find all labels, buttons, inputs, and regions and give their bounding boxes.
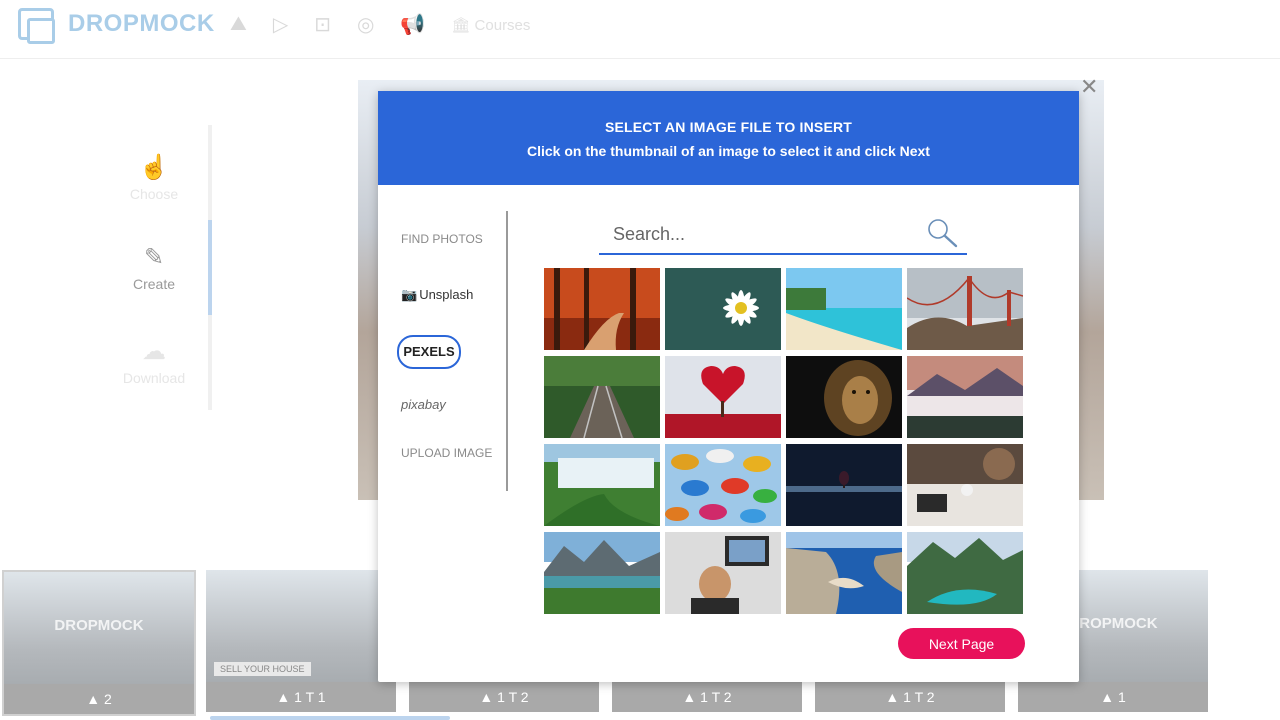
photo-tile-mountain-lake[interactable] (544, 532, 660, 614)
photo-tile-autumn-forest-path[interactable] (544, 268, 660, 350)
photo-tile-alpine-lake[interactable] (907, 532, 1023, 614)
hand-pointer-icon: ☝ (139, 154, 169, 181)
courses-link[interactable]: 🏛 Courses (451, 16, 530, 34)
next-page-button[interactable]: Next Page (898, 628, 1025, 659)
step-download-label: Download (122, 370, 186, 386)
bank-icon: 🏛 (451, 16, 471, 34)
cloud-download-icon: ☁ (142, 338, 166, 365)
step-create-label: Create (132, 276, 176, 292)
modal-header: SELECT AN IMAGE FILE TO INSERT Click on … (378, 91, 1079, 185)
modal-subtitle: Click on the thumbnail of an image to se… (527, 143, 930, 159)
photo-tile-tropical-beach[interactable] (786, 268, 902, 350)
photo-tile-heart-tree[interactable] (665, 356, 781, 438)
top-bar: DROPMOCK ⛰ ▷ ⊡ ◎ 📢 🏛 Courses (0, 0, 1280, 59)
modal-title: SELECT AN IMAGE FILE TO INSERT (604, 119, 853, 135)
thumb-caption: ▲ 1 T 2 (612, 682, 802, 712)
thumb-caption: ▲ 1 T 1 (206, 682, 396, 712)
photo-tile-navagio-beach[interactable] (786, 532, 902, 614)
source-pexels[interactable]: PEXELS (397, 335, 461, 369)
template-thumb-1[interactable]: DROPMOCK ▲ 2 (2, 570, 196, 716)
thumb-caption: ▲ 2 (4, 684, 194, 714)
thumb-caption: ▲ 1 T 2 (409, 682, 599, 712)
photo-tile-misty-mountains[interactable] (907, 356, 1023, 438)
steps-active-indicator (208, 220, 212, 315)
search-icon[interactable] (925, 217, 959, 249)
photo-tile-office-man[interactable] (665, 532, 781, 614)
find-photos-label: FIND PHOTOS (401, 232, 483, 246)
logo[interactable]: DROPMOCK (18, 8, 215, 44)
steps-sidebar: ☝ Choose ✎ Create ☁ Download (100, 125, 212, 410)
gif-nav-icon[interactable]: ◎ (357, 12, 374, 37)
source-unsplash[interactable]: 📷 Unsplash (401, 287, 473, 303)
brand-name: DROPMOCK (68, 10, 215, 37)
photo-tile-umbrellas[interactable] (665, 444, 781, 526)
close-icon[interactable]: ✕ (1080, 74, 1098, 100)
camera-icon: 📷 (401, 287, 418, 302)
sell-badge: SELL YOUR HOUSE (214, 662, 311, 676)
search-bar (599, 215, 967, 255)
search-input[interactable] (599, 215, 933, 253)
photo-tile-white-daisy[interactable] (665, 268, 781, 350)
image-picker-modal: SELECT AN IMAGE FILE TO INSERT Click on … (378, 91, 1079, 682)
photo-tile-meeting-laptop[interactable] (907, 444, 1023, 526)
thumb-caption: ▲ 1 (1018, 682, 1208, 712)
source-pixabay[interactable]: pixabay (401, 397, 446, 412)
thumb-caption: ▲ 1 T 2 (815, 682, 1005, 712)
photo-tile-golden-gate-bridge[interactable] (907, 268, 1023, 350)
photo-tile-waterfall[interactable] (544, 444, 660, 526)
screenshot-nav-icon[interactable]: ⊡ (314, 12, 331, 37)
megaphone-nav-icon[interactable]: 📢 (400, 12, 425, 37)
step-choose[interactable]: ☝ Choose (100, 153, 208, 202)
image-nav-icon[interactable]: ⛰ (230, 13, 247, 36)
step-choose-label: Choose (129, 186, 179, 202)
photo-tile-lion[interactable] (786, 356, 902, 438)
photo-tile-railway-track[interactable] (544, 356, 660, 438)
watermark: DROPMOCK (54, 617, 144, 634)
step-create[interactable]: ✎ Create (100, 243, 208, 292)
photo-sources: FIND PHOTOS 📷 Unsplash PEXELS pixabay UPL… (378, 211, 508, 491)
step-download[interactable]: ☁ Download (100, 337, 208, 386)
photo-tile-hot-air-balloon[interactable] (786, 444, 902, 526)
photo-grid (544, 268, 1024, 614)
video-nav-icon[interactable]: ▷ (273, 12, 288, 37)
edit-icon: ✎ (143, 244, 165, 271)
template-thumb-2[interactable]: SELL YOUR HOUSE ▲ 1 T 1 (206, 570, 396, 712)
nav-icons: ⛰ ▷ ⊡ ◎ 📢 🏛 Courses (230, 12, 530, 37)
thumbnail-scroll-indicator[interactable] (210, 716, 450, 720)
upload-image-button[interactable]: UPLOAD IMAGE (401, 446, 492, 460)
logo-icon (18, 8, 55, 44)
